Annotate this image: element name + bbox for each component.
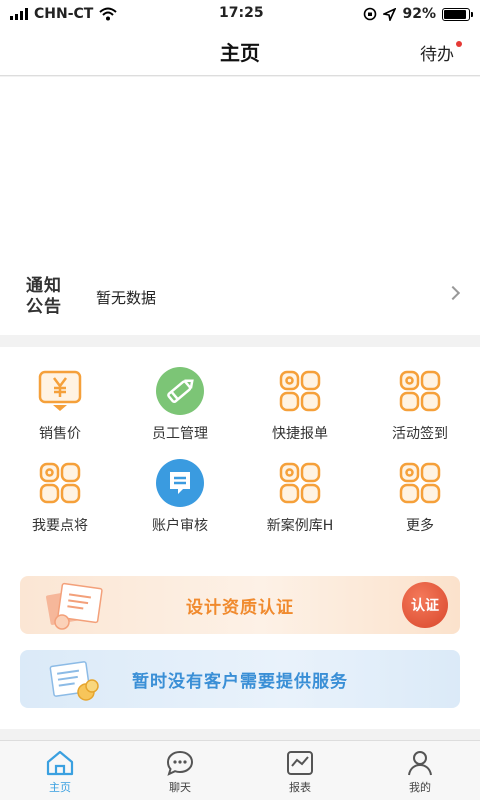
tab-label: 我的 [409,781,431,794]
menu-item-label: 快捷报单 [272,426,328,442]
tab-label: 报表 [289,781,311,794]
menu-item-account-review[interactable]: 账户审核 [120,459,240,537]
tab-chat[interactable]: 聊天 [120,741,240,800]
menu-item-label: 新案例库H [266,518,334,534]
menu-item-pick-staff[interactable]: 我要点将 [0,459,120,537]
tab-report[interactable]: 报表 [240,741,360,800]
status-bar: CHN-CT 17:25 92% [0,0,480,28]
menu-item-label: 我要点将 [32,518,88,534]
notice-logo-line2: 公告 [26,297,62,317]
menu-item-activity-checkin[interactable]: 活动签到 [360,367,480,445]
report-icon [287,751,313,775]
grid-placeholder-icon [276,459,324,507]
menu-item-case-library[interactable]: 新案例库H [240,459,360,537]
menu-item-label: 销售价 [39,426,81,442]
carrier-label: CHN-CT [34,6,94,22]
todo-label: 待办 [420,45,454,65]
tab-mine[interactable]: 我的 [360,741,480,800]
chat-circle-icon [156,459,204,507]
notice-logo-line1: 通知 [26,276,62,296]
wifi-icon [99,7,118,21]
banner-area[interactable] [0,77,480,259]
grid-placeholder-icon [36,459,84,507]
notice-row[interactable]: 通知 公告 暂无数据 [0,259,480,335]
chevron-right-icon [445,285,461,301]
todo-badge-dot [456,41,462,47]
certificate-illustration-icon [46,582,103,630]
home-icon [46,750,74,776]
menu-grid: 销售价 员工管理 快捷报单 活动签到 我要点将 账户审核 新案例库H 更多 [0,367,480,537]
menu-item-label: 员工管理 [152,426,208,442]
tab-label: 聊天 [169,781,191,794]
certify-button[interactable]: 认证 [402,582,448,628]
service-notice-card[interactable]: 暂时没有客户需要提供服务 [20,650,460,708]
menu-item-label: 更多 [406,518,434,534]
grid-placeholder-icon [396,367,444,415]
status-right: 92% [363,6,473,22]
pencil-circle-icon [156,367,204,415]
tab-bar: 主页 聊天 报表 我的 [0,740,480,800]
design-certification-card[interactable]: 设计资质认证 认证 [20,576,460,634]
rotation-lock-icon [364,7,377,21]
tab-label: 主页 [49,781,71,794]
battery-icon [442,7,473,21]
menu-item-label: 账户审核 [152,518,208,534]
chat-icon [166,750,194,776]
design-certification-text: 设计资质认证 [186,597,294,618]
tab-home[interactable]: 主页 [0,741,120,800]
menu-item-quick-order[interactable]: 快捷报单 [240,367,360,445]
location-icon [383,7,397,21]
certify-button-label: 认证 [411,598,439,614]
yen-board-icon [36,367,84,415]
clock: 17:25 [219,5,264,21]
menu-item-sales-price[interactable]: 销售价 [0,367,120,445]
notice-text: 暂无数据 [96,288,157,307]
documents-illustration-icon [49,661,99,701]
menu-item-staff-management[interactable]: 员工管理 [120,367,240,445]
signal-icon [10,8,28,20]
grid-placeholder-icon [396,459,444,507]
notice-logo: 通知 公告 [26,276,70,318]
nav-bar: 主页 待办 [0,28,480,76]
service-notice-text: 暂时没有客户需要提供服务 [132,671,348,692]
user-icon [408,751,432,776]
page-title: 主页 [220,41,260,65]
menu-item-more[interactable]: 更多 [360,459,480,537]
todo-button[interactable]: 待办 [420,40,462,65]
status-left: CHN-CT [10,6,118,22]
battery-percent: 92% [402,6,436,22]
grid-placeholder-icon [276,367,324,415]
menu-item-label: 活动签到 [392,426,448,442]
menu-section: 销售价 员工管理 快捷报单 活动签到 我要点将 账户审核 新案例库H 更多 设计… [0,347,480,729]
